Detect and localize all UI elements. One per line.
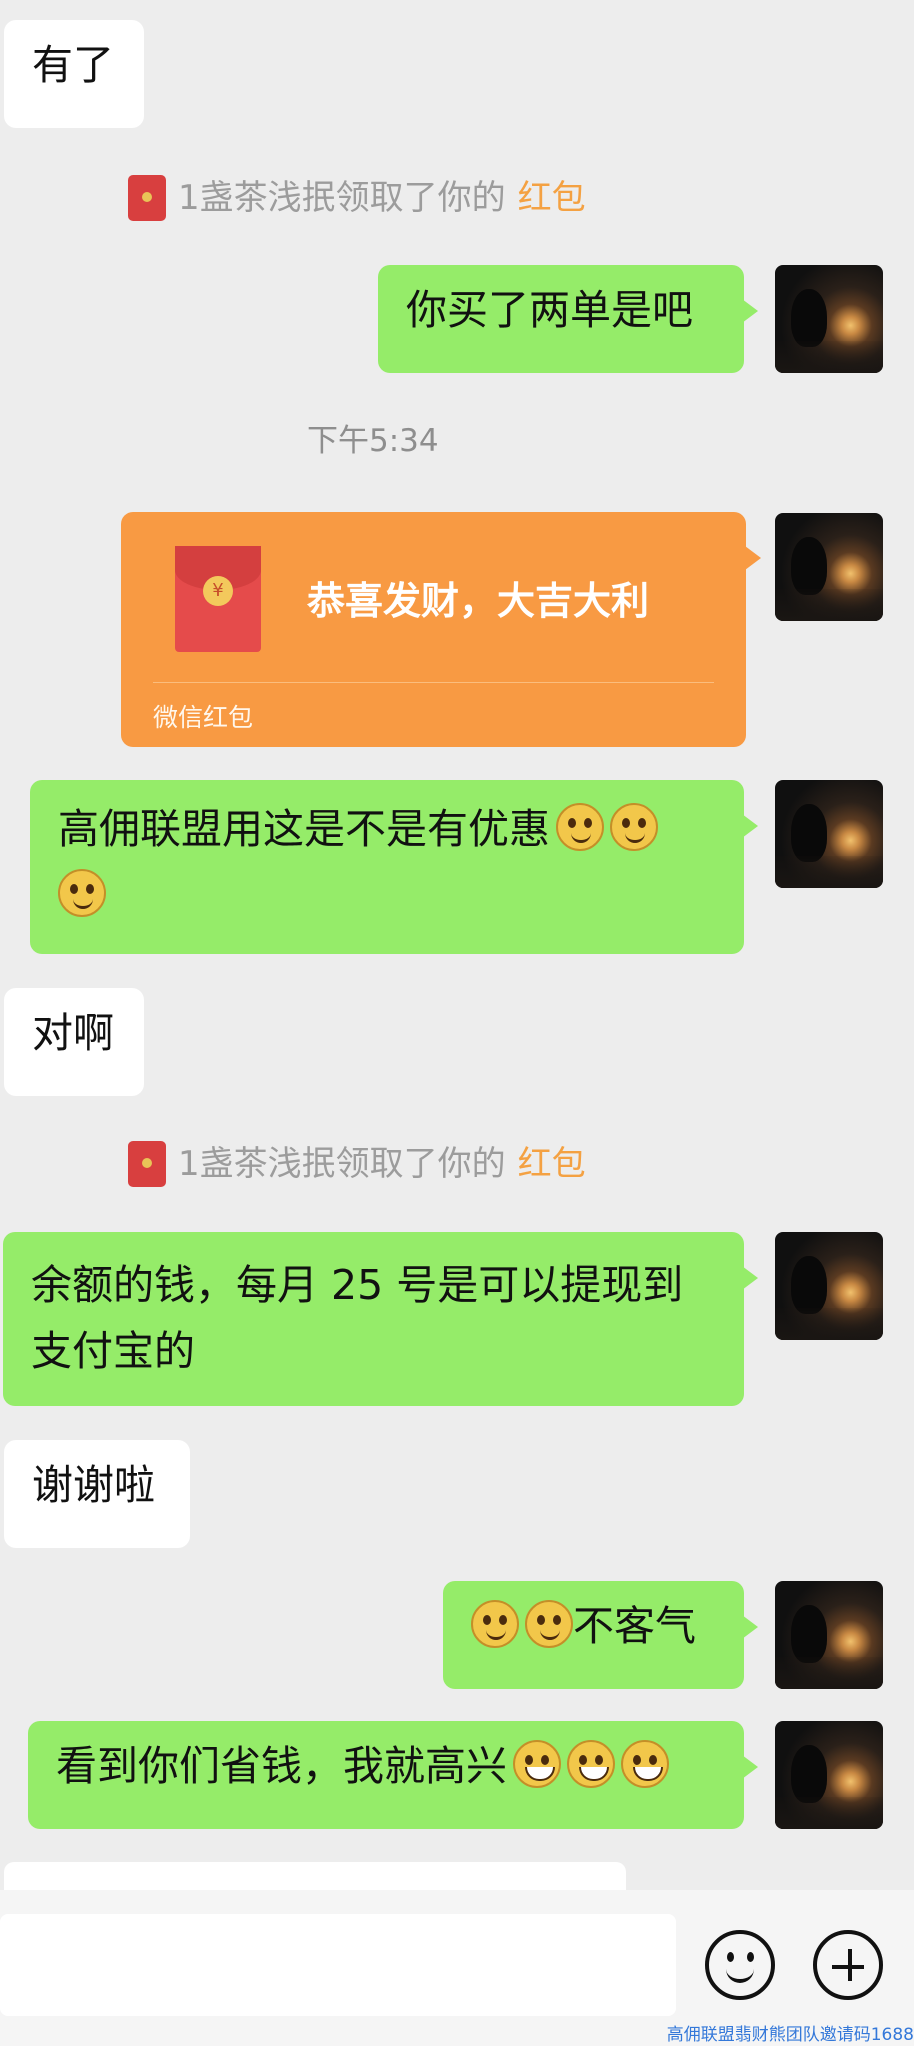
message-text: 你买了两单是吧 xyxy=(406,286,693,334)
user-avatar[interactable] xyxy=(775,780,883,888)
claim-notice-red-packet-link[interactable]: 红包 xyxy=(518,176,586,220)
sent-message-2[interactable]: 高佣联盟用这是不是有优惠 xyxy=(30,780,758,954)
message-text: 高佣联盟用这是不是有优惠 xyxy=(58,805,550,853)
message-text: 对啊 xyxy=(32,1009,114,1057)
message-text: 谢谢啦 xyxy=(32,1461,155,1509)
smile-emoji-icon xyxy=(471,1600,519,1648)
sent-message-1[interactable]: 你买了两单是吧 xyxy=(378,265,758,373)
plus-button-icon[interactable] xyxy=(813,1930,883,2000)
received-message-2[interactable]: 对啊 xyxy=(4,988,144,1096)
message-text: 有了 xyxy=(32,41,114,89)
red-packet-claim-notice-2: 1盏茶浅抿领取了你的 红包 xyxy=(128,1141,586,1187)
message-timestamp: 下午5:34 xyxy=(307,423,439,459)
sent-message-4[interactable]: 不客气 xyxy=(443,1581,758,1689)
message-line-2: 支付宝的 xyxy=(31,1327,195,1375)
user-avatar[interactable] xyxy=(775,1721,883,1829)
message-line-1: 余额的钱，每月 25 号是可以提现到 xyxy=(31,1261,684,1309)
grin-emoji-icon xyxy=(513,1740,561,1788)
smile-emoji-icon xyxy=(58,869,106,917)
message-input[interactable] xyxy=(0,1914,676,2016)
watermark: 高佣联盟翡财熊团队邀请码1688 xyxy=(666,2025,914,2045)
received-message-1[interactable]: 有了 xyxy=(4,20,144,128)
grin-emoji-icon xyxy=(621,1740,669,1788)
smile-emoji-icon xyxy=(525,1600,573,1648)
user-avatar[interactable] xyxy=(775,1581,883,1689)
smile-emoji-icon xyxy=(610,803,658,851)
red-packet-claim-notice-1: 1盏茶浅抿领取了你的 红包 xyxy=(128,175,586,221)
message-text: 不客气 xyxy=(573,1602,696,1650)
sent-message-5[interactable]: 看到你们省钱，我就高兴 xyxy=(28,1721,758,1829)
red-packet-footer: 微信红包 xyxy=(153,703,254,732)
claim-notice-text: 1盏茶浅抿领取了你的 xyxy=(178,1144,506,1184)
red-packet-divider xyxy=(153,682,714,683)
smile-emoji-icon xyxy=(556,803,604,851)
partial-message-bubble xyxy=(4,1862,626,1890)
red-packet-icon xyxy=(128,175,166,221)
user-avatar[interactable] xyxy=(775,1232,883,1340)
claim-notice-red-packet-link[interactable]: 红包 xyxy=(518,1142,586,1186)
user-avatar[interactable] xyxy=(775,265,883,373)
message-text: 看到你们省钱，我就高兴 xyxy=(56,1742,507,1790)
claim-notice-text: 1盏茶浅抿领取了你的 xyxy=(178,178,506,218)
grin-emoji-icon xyxy=(567,1740,615,1788)
red-packet-message[interactable]: ¥ 恭喜发财，大吉大利 微信红包 xyxy=(121,512,761,747)
red-packet-icon: ¥ xyxy=(175,546,261,652)
user-avatar[interactable] xyxy=(775,513,883,621)
red-packet-title: 恭喜发财，大吉大利 xyxy=(307,579,650,623)
sent-message-3[interactable]: 余额的钱，每月 25 号是可以提现到 支付宝的 xyxy=(3,1232,758,1406)
input-bar xyxy=(0,1890,914,2046)
red-packet-icon xyxy=(128,1141,166,1187)
emoji-button-icon[interactable] xyxy=(705,1930,775,2000)
received-message-3[interactable]: 谢谢啦 xyxy=(4,1440,190,1548)
